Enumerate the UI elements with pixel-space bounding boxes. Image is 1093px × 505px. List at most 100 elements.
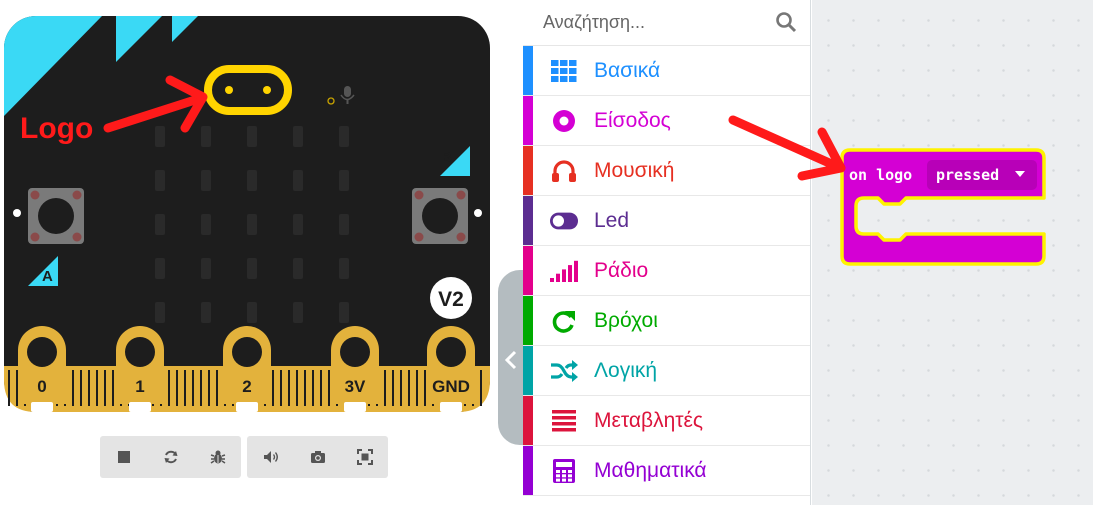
- button-b-label: B: [441, 149, 452, 166]
- shuffle-icon: [550, 358, 578, 384]
- on-logo-pressed-block[interactable]: on logo pressed: [838, 148, 1048, 275]
- led-pixel[interactable]: [247, 302, 257, 323]
- makecode-editor: B A V2 0 1 2 3V GND Αναζήτηση... Βασικά …: [0, 0, 1093, 505]
- mute-button[interactable]: [247, 436, 294, 478]
- led-pixel[interactable]: [201, 302, 211, 323]
- category-item[interactable]: Led: [523, 196, 810, 246]
- led-pixel[interactable]: [155, 302, 165, 323]
- category-item[interactable]: Ράδιο: [523, 246, 810, 296]
- category-item[interactable]: Είσοδος: [523, 96, 810, 146]
- led-pixel[interactable]: [339, 302, 349, 323]
- debug-button[interactable]: [194, 436, 241, 478]
- category-color-bar: [523, 246, 533, 295]
- led-pixel[interactable]: [339, 126, 349, 147]
- pin-label: 3V: [345, 377, 366, 396]
- signal-bars-icon: [550, 258, 578, 284]
- category-color-bar: [523, 446, 533, 495]
- debug-icon: [210, 450, 225, 464]
- led-pixel[interactable]: [201, 258, 211, 279]
- simulator-controls: [100, 436, 241, 478]
- led-pixel[interactable]: [201, 126, 211, 147]
- search-input[interactable]: [523, 0, 763, 45]
- category-item[interactable]: Μεταβλητές: [523, 396, 810, 446]
- list-lines-icon: [550, 408, 578, 434]
- category-label: Μουσική: [594, 159, 675, 182]
- pin-label: 2: [242, 377, 251, 396]
- simulator-toolbar: [100, 436, 388, 478]
- microbit-board: B A V2 0 1 2 3V GND: [4, 16, 490, 412]
- category-item[interactable]: Μαθηματικά: [523, 446, 810, 496]
- led-pixel[interactable]: [339, 214, 349, 235]
- stop-button[interactable]: [100, 436, 147, 478]
- category-label: Μεταβλητές: [594, 409, 704, 432]
- pin-label: GND: [432, 377, 470, 396]
- mute-icon: [263, 451, 278, 463]
- category-color-bar: [523, 46, 533, 95]
- button-a[interactable]: [28, 188, 84, 244]
- category-label: Μαθηματικά: [594, 459, 707, 482]
- led-pixel[interactable]: [155, 170, 165, 191]
- headphones-icon: [550, 158, 578, 184]
- block-keyword: on logo: [849, 166, 913, 184]
- restart-icon: [164, 450, 177, 464]
- category-color-bar: [523, 196, 533, 245]
- category-color-bar: [523, 296, 533, 345]
- led-pixel[interactable]: [293, 302, 303, 323]
- led-pixel[interactable]: [155, 258, 165, 279]
- led-pixel[interactable]: [247, 214, 257, 235]
- category-label: Led: [594, 209, 630, 232]
- led-pixel[interactable]: [293, 258, 303, 279]
- category-item[interactable]: Μουσική: [523, 146, 810, 196]
- category-label: Λογική: [594, 359, 658, 382]
- pin-label: 1: [135, 377, 144, 396]
- led-pixel[interactable]: [247, 126, 257, 147]
- calculator-icon: [550, 458, 578, 484]
- pin-3v[interactable]: 3V: [331, 326, 379, 412]
- pin-label: 0: [37, 377, 46, 396]
- button-b[interactable]: [412, 188, 468, 244]
- led-pixel[interactable]: [293, 126, 303, 147]
- chevron-left-icon: [504, 350, 517, 370]
- led-pixel[interactable]: [201, 214, 211, 235]
- category-label: Βασικά: [594, 59, 661, 82]
- pin-0[interactable]: 0: [18, 326, 66, 412]
- led-pixel[interactable]: [155, 126, 165, 147]
- category-color-bar: [523, 96, 533, 145]
- toolbox: Βασικά Είσοδος Μουσική Led Ράδιο Βρόχοι Λογική…: [523, 0, 811, 505]
- simulator-panel: B A V2 0 1 2 3V GND: [0, 0, 528, 505]
- screenshot-button[interactable]: [294, 436, 341, 478]
- category-label: Είσοδος: [594, 109, 671, 132]
- led-pixel[interactable]: [293, 214, 303, 235]
- event-dropdown[interactable]: pressed: [936, 166, 999, 184]
- toolbox-search: [523, 0, 810, 46]
- stop-icon: [117, 451, 130, 463]
- category-item[interactable]: Λογική: [523, 346, 810, 396]
- led-pixel[interactable]: [339, 258, 349, 279]
- led-pixel[interactable]: [293, 170, 303, 191]
- search-icon[interactable]: [775, 11, 797, 33]
- grid-icon: [550, 58, 578, 84]
- category-item[interactable]: Βρόχοι: [523, 296, 810, 346]
- restart-button[interactable]: [147, 436, 194, 478]
- category-color-bar: [523, 396, 533, 445]
- led-pixel[interactable]: [339, 170, 349, 191]
- category-label: Ράδιο: [594, 259, 649, 282]
- version-badge: V2: [438, 288, 464, 311]
- category-list: Βασικά Είσοδος Μουσική Led Ράδιο Βρόχοι Λογική…: [523, 46, 810, 496]
- pin-2[interactable]: 2: [223, 326, 271, 412]
- led-pixel[interactable]: [155, 214, 165, 235]
- pin-gnd[interactable]: GND: [427, 326, 475, 412]
- category-color-bar: [523, 346, 533, 395]
- led-pixel[interactable]: [247, 258, 257, 279]
- screenshot-icon: [310, 451, 325, 463]
- button-a-label: A: [42, 268, 53, 285]
- fullscreen-button[interactable]: [341, 436, 388, 478]
- simulator-extras: [247, 436, 388, 478]
- led-pixel[interactable]: [247, 170, 257, 191]
- category-item[interactable]: Βασικά: [523, 46, 810, 96]
- fullscreen-icon: [356, 449, 373, 465]
- category-label: Βρόχοι: [594, 309, 658, 332]
- pin-1[interactable]: 1: [116, 326, 164, 412]
- led-pixel[interactable]: [201, 170, 211, 191]
- loop-arrow-icon: [550, 308, 578, 334]
